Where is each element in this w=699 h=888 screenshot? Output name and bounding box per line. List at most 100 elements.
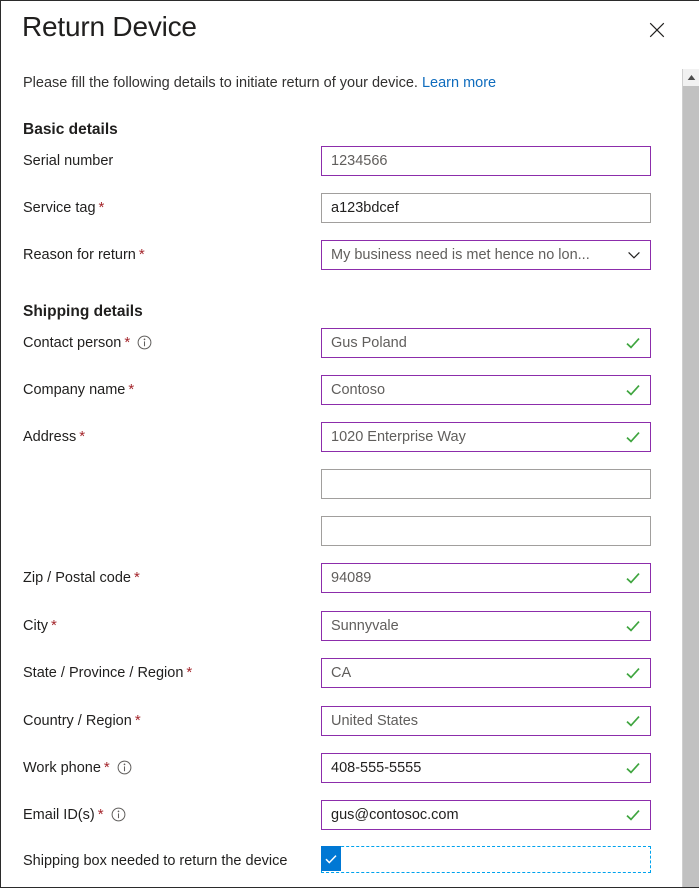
learn-more-link[interactable]: Learn more — [422, 75, 496, 91]
required-marker: * — [98, 199, 105, 216]
form-row-address-line3 — [1, 516, 699, 546]
email-ids-input[interactable]: gus@contosoc.com — [321, 800, 651, 830]
required-marker: * — [128, 381, 135, 398]
required-marker: * — [79, 428, 86, 445]
label-zip-postal-code: Zip / Postal code * — [23, 563, 140, 593]
page-title: Return Device — [22, 11, 197, 42]
serial-number-input[interactable]: 1234566 — [321, 146, 651, 176]
form-row-address-line2 — [1, 469, 699, 499]
form-row-reason-for-return: Reason for return * My business need is m… — [1, 240, 699, 270]
required-marker: * — [134, 712, 141, 729]
label-text: Address — [23, 429, 77, 445]
vertical-scrollbar[interactable] — [682, 69, 699, 887]
serial-number-value: 1234566 — [331, 153, 388, 169]
company-name-value: Contoso — [331, 382, 386, 398]
info-icon[interactable] — [137, 335, 152, 350]
validated-check-icon — [625, 713, 641, 729]
service-tag-value: a123bdcef — [331, 200, 399, 216]
label-contact-person: Contact person * — [23, 328, 152, 358]
form-row-company-name: Company name * Contoso — [1, 375, 699, 405]
form-row-email-ids: Email ID(s) * gus@contosoc.com — [1, 800, 699, 830]
label-text: Contact person — [23, 335, 122, 351]
section-heading-shipping-details: Shipping details — [23, 303, 143, 320]
label-country-region: Country / Region * — [23, 706, 141, 736]
caret-up-icon — [687, 74, 696, 81]
label-shipping-box: Shipping box needed to return the device — [23, 853, 288, 869]
required-marker: * — [97, 806, 104, 823]
address-line3-input[interactable] — [321, 516, 651, 546]
address-line2-input[interactable] — [321, 469, 651, 499]
validated-check-icon — [625, 429, 641, 445]
required-marker: * — [103, 759, 110, 776]
close-icon — [649, 22, 665, 38]
validated-check-icon — [625, 382, 641, 398]
work-phone-value: 408-555-5555 — [331, 760, 422, 776]
scrollbar-thumb[interactable] — [683, 86, 699, 887]
chevron-down-icon — [627, 248, 641, 262]
validated-check-icon — [625, 665, 641, 681]
form-row-zip-postal-code: Zip / Postal code * 94089 — [1, 563, 699, 593]
dialog-description-text: Please fill the following details to ini… — [23, 75, 418, 91]
info-icon[interactable] — [111, 807, 126, 822]
scroll-up-button[interactable] — [683, 69, 699, 86]
label-email-ids: Email ID(s) * — [23, 800, 126, 830]
label-company-name: Company name * — [23, 375, 134, 405]
country-region-value: United States — [331, 713, 419, 729]
label-serial-number: Serial number — [23, 146, 113, 176]
form-row-shipping-box: Shipping box needed to return the device — [1, 846, 699, 876]
city-value: Sunnyvale — [331, 618, 399, 634]
form-row-serial-number: Serial number 1234566 — [1, 146, 699, 176]
label-text: Service tag — [23, 200, 96, 216]
validated-check-icon — [625, 335, 641, 351]
required-marker: * — [124, 334, 131, 351]
form-row-country-region: Country / Region * United States — [1, 706, 699, 736]
dialog-header: Return Device — [1, 1, 699, 63]
label-service-tag: Service tag * — [23, 193, 104, 223]
info-icon[interactable] — [117, 760, 132, 775]
label-city: City * — [23, 611, 57, 641]
required-marker: * — [186, 664, 193, 681]
form-row-city: City * Sunnyvale — [1, 611, 699, 641]
label-text: Zip / Postal code — [23, 570, 131, 586]
contact-person-input[interactable]: Gus Poland — [321, 328, 651, 358]
return-device-dialog: Return Device Please fill the following … — [0, 0, 699, 888]
checkbox-indicator — [321, 846, 341, 871]
label-address: Address * — [23, 422, 85, 452]
required-marker: * — [138, 246, 145, 263]
zip-postal-code-input[interactable]: 94089 — [321, 563, 651, 593]
state-province-region-input[interactable]: CA — [321, 658, 651, 688]
label-text: Work phone — [23, 760, 101, 776]
label-text: Reason for return — [23, 247, 136, 263]
city-input[interactable]: Sunnyvale — [321, 611, 651, 641]
address-line1-input[interactable]: 1020 Enterprise Way — [321, 422, 651, 452]
close-button[interactable] — [641, 14, 673, 46]
dialog-description: Please fill the following details to ini… — [23, 75, 496, 91]
contact-person-value: Gus Poland — [331, 335, 407, 351]
label-text: Country / Region — [23, 713, 132, 729]
validated-check-icon — [625, 807, 641, 823]
required-marker: * — [50, 617, 57, 634]
label-text: State / Province / Region — [23, 665, 184, 681]
label-text: Company name — [23, 382, 126, 398]
reason-for-return-value: My business need is met hence no lon... — [331, 247, 590, 263]
email-ids-value: gus@contosoc.com — [331, 807, 459, 823]
form-row-service-tag: Service tag * a123bdcef — [1, 193, 699, 223]
checkmark-icon — [324, 852, 338, 866]
work-phone-input[interactable]: 408-555-5555 — [321, 753, 651, 783]
label-text: City — [23, 618, 48, 634]
reason-for-return-dropdown[interactable]: My business need is met hence no lon... — [321, 240, 651, 270]
country-region-input[interactable]: United States — [321, 706, 651, 736]
shipping-box-checkbox[interactable] — [321, 846, 651, 873]
form-row-contact-person: Contact person * Gus Poland — [1, 328, 699, 358]
zip-postal-code-value: 94089 — [331, 570, 372, 586]
label-text: Email ID(s) — [23, 807, 95, 823]
label-work-phone: Work phone * — [23, 753, 132, 783]
section-heading-basic-details: Basic details — [23, 121, 118, 138]
label-text: Serial number — [23, 153, 114, 169]
form-row-address: Address * 1020 Enterprise Way — [1, 422, 699, 452]
validated-check-icon — [625, 570, 641, 586]
address-line1-value: 1020 Enterprise Way — [331, 429, 466, 445]
label-state-province-region: State / Province / Region * — [23, 658, 192, 688]
service-tag-input[interactable]: a123bdcef — [321, 193, 651, 223]
company-name-input[interactable]: Contoso — [321, 375, 651, 405]
